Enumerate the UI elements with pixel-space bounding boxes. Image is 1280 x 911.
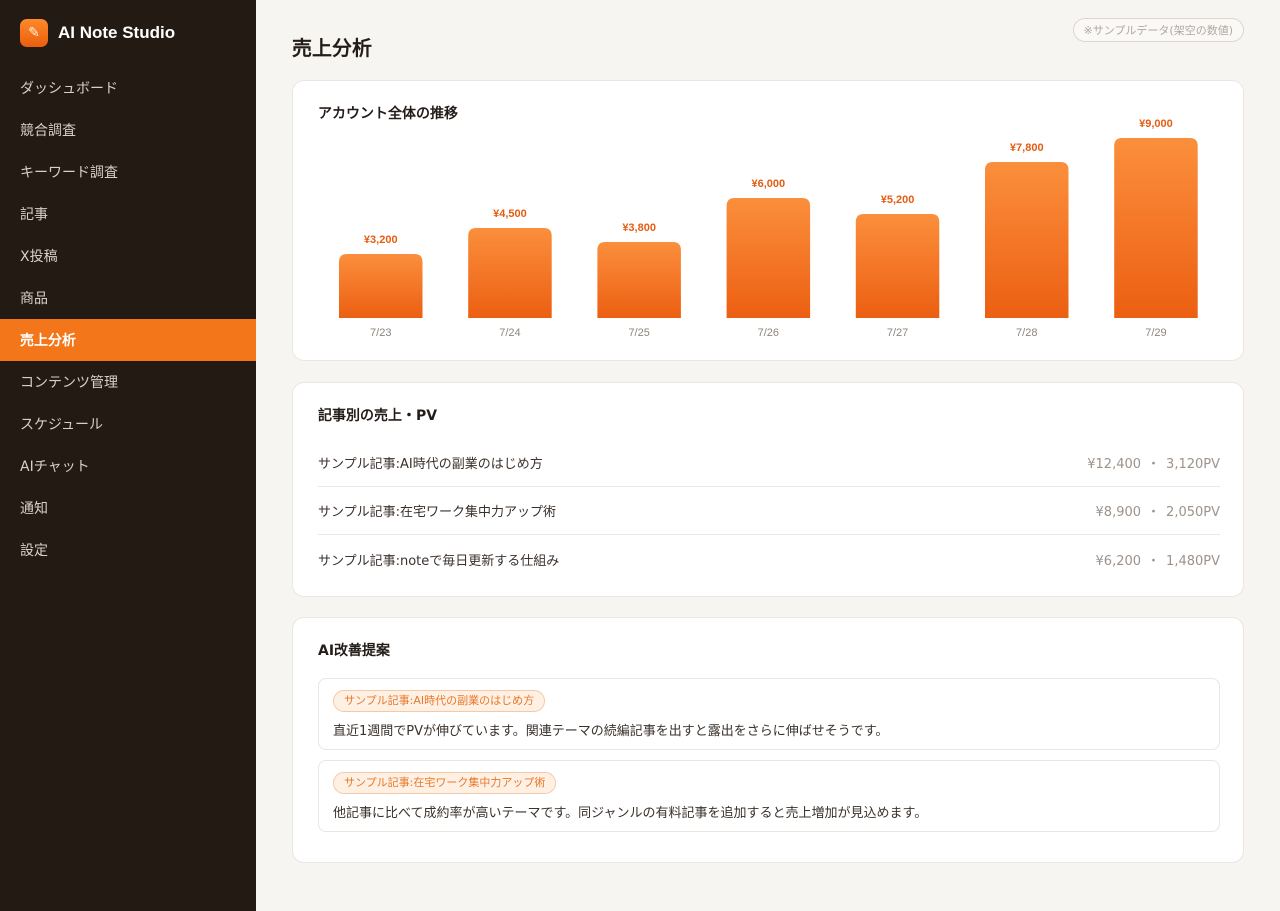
- sidebar-item-notifications[interactable]: 通知: [0, 487, 256, 529]
- sidebar-item-competitor-research[interactable]: 競合調査: [0, 109, 256, 151]
- chart-bar[interactable]: [855, 214, 940, 318]
- suggestion-list: サンプル記事:AI時代の副業のはじめ方 直近1週間でPVが伸びています。関連テー…: [318, 678, 1220, 842]
- sales-bar-chart: ¥3,200 7/23 ¥4,500 7/24 ¥3,800 7/25 ¥6,000 7/26…: [339, 118, 1198, 339]
- article-list: サンプル記事:AI時代の副業のはじめ方 ¥12,400 ・ 3,120PV サンプル…: [318, 439, 1220, 583]
- chart-bar[interactable]: [468, 228, 552, 318]
- sidebar-item-articles[interactable]: 記事: [0, 193, 256, 235]
- stats-separator: ・: [1147, 505, 1161, 520]
- suggestion-item: サンプル記事:在宅ワーク集中力アップ術 他記事に比べて成約率が高いテーマです。同…: [318, 760, 1220, 832]
- bar-value-label: ¥6,000: [752, 178, 786, 190]
- bar-value-label: ¥4,500: [493, 208, 527, 220]
- chart-title: アカウント全体の推移: [318, 106, 458, 122]
- ai-suggestions-title: AI改善提案: [318, 643, 391, 659]
- article-pv: 3,120PV: [1166, 457, 1220, 472]
- article-row[interactable]: サンプル記事:在宅ワーク集中力アップ術 ¥8,900 ・ 2,050PV: [318, 487, 1220, 535]
- article-row[interactable]: サンプル記事:noteで毎日更新する仕組み ¥6,200 ・ 1,480PV: [318, 535, 1220, 583]
- x-tick-label: 7/29: [1145, 327, 1166, 339]
- article-title[interactable]: サンプル記事:AI時代の副業のはじめ方: [318, 453, 543, 472]
- article-sales-title: 記事別の売上・PV: [318, 408, 438, 424]
- article-sales: ¥8,900: [1095, 505, 1142, 520]
- suggestion-article-tag[interactable]: サンプル記事:在宅ワーク集中力アップ術: [333, 772, 557, 794]
- sales-trend-card: ¥3,200 7/23 ¥4,500 7/24 ¥3,800 7/25 ¥6,000 7/26…: [292, 80, 1244, 361]
- sidebar-item-sales-analysis[interactable]: 売上分析: [0, 319, 256, 361]
- sidebar-item-ai-chat[interactable]: AIチャット: [0, 445, 256, 487]
- sidebar-item-content-management[interactable]: コンテンツ管理: [0, 361, 256, 403]
- article-title[interactable]: サンプル記事:noteで毎日更新する仕組み: [318, 550, 559, 569]
- page-title: 売上分析: [292, 36, 372, 60]
- ai-suggestions-card: AI改善提案 サンプル記事:AI時代の副業のはじめ方 直近1週間でPVが伸びてい…: [292, 617, 1244, 863]
- suggestion-text: 直近1週間でPVが伸びています。関連テーマの続編記事を出すと露出をさらに伸ばせそ…: [333, 724, 889, 739]
- suggestion-item: サンプル記事:AI時代の副業のはじめ方 直近1週間でPVが伸びています。関連テー…: [318, 678, 1220, 750]
- article-title[interactable]: サンプル記事:在宅ワーク集中力アップ術: [318, 501, 556, 520]
- x-tick-label: 7/24: [499, 327, 520, 339]
- sidebar-item-keyword-research[interactable]: キーワード調査: [0, 151, 256, 193]
- suggestion-article-tag[interactable]: サンプル記事:AI時代の副業のはじめ方: [333, 690, 546, 712]
- chart-bar[interactable]: [726, 198, 811, 318]
- chart-bar[interactable]: [339, 254, 423, 318]
- sidebar-item-dashboard[interactable]: ダッシュボード: [0, 67, 256, 109]
- main-content: 売上分析 ※サンプルデータ(架空の数値) ¥3,200 7/23 ¥4,500 7/2…: [256, 0, 1280, 911]
- article-row[interactable]: サンプル記事:AI時代の副業のはじめ方 ¥12,400 ・ 3,120PV: [318, 439, 1220, 487]
- x-tick-label: 7/26: [758, 327, 779, 339]
- x-tick-label: 7/28: [1016, 327, 1037, 339]
- article-stats: ¥8,900 ・ 2,050PV: [1096, 501, 1220, 520]
- sidebar-item-products[interactable]: 商品: [0, 277, 256, 319]
- sample-data-badge: ※サンプルデータ(架空の数値): [1072, 18, 1244, 42]
- suggestion-text: 他記事に比べて成約率が高いテーマです。同ジャンルの有料記事を追加すると売上増加が…: [333, 806, 928, 821]
- sidebar: ✎ AI Note Studio ダッシュボード 競合調査 キーワード調査 記事…: [0, 0, 256, 911]
- x-tick-label: 7/23: [370, 327, 391, 339]
- brand[interactable]: ✎ AI Note Studio: [0, 0, 256, 66]
- article-sales-card: 記事別の売上・PV サンプル記事:AI時代の副業のはじめ方 ¥12,400 ・ 3,…: [292, 382, 1244, 597]
- x-tick-label: 7/27: [887, 327, 908, 339]
- chart-bar[interactable]: [597, 242, 681, 318]
- bar-value-label: ¥3,800: [622, 222, 656, 234]
- chart-bar[interactable]: [985, 162, 1069, 318]
- article-pv: 1,480PV: [1166, 553, 1220, 569]
- article-stats: ¥6,200 ・ 1,480PV: [1096, 550, 1220, 569]
- stats-separator: ・: [1147, 553, 1161, 569]
- bar-value-label: ¥3,200: [364, 234, 398, 246]
- stats-separator: ・: [1147, 457, 1161, 472]
- app-name: AI Note Studio: [58, 23, 176, 42]
- sidebar-item-schedule[interactable]: スケジュール: [0, 403, 256, 445]
- bar-value-label: ¥5,200: [881, 194, 915, 206]
- article-pv: 2,050PV: [1166, 505, 1220, 520]
- x-tick-label: 7/25: [628, 327, 649, 339]
- article-stats: ¥12,400 ・ 3,120PV: [1087, 453, 1220, 472]
- note-flame-icon: ✎: [20, 19, 48, 47]
- chart-bar[interactable]: [1114, 138, 1198, 318]
- sidebar-nav: ダッシュボード 競合調査 キーワード調査 記事 X投稿 商品 売上分析 コンテン…: [0, 67, 256, 571]
- sidebar-item-settings[interactable]: 設定: [0, 529, 256, 571]
- bar-value-label: ¥9,000: [1139, 118, 1173, 130]
- bar-value-label: ¥7,800: [1010, 142, 1044, 154]
- article-sales: ¥12,400: [1087, 457, 1142, 472]
- sidebar-item-x-posts[interactable]: X投稿: [0, 235, 256, 277]
- article-sales: ¥6,200: [1095, 553, 1142, 569]
